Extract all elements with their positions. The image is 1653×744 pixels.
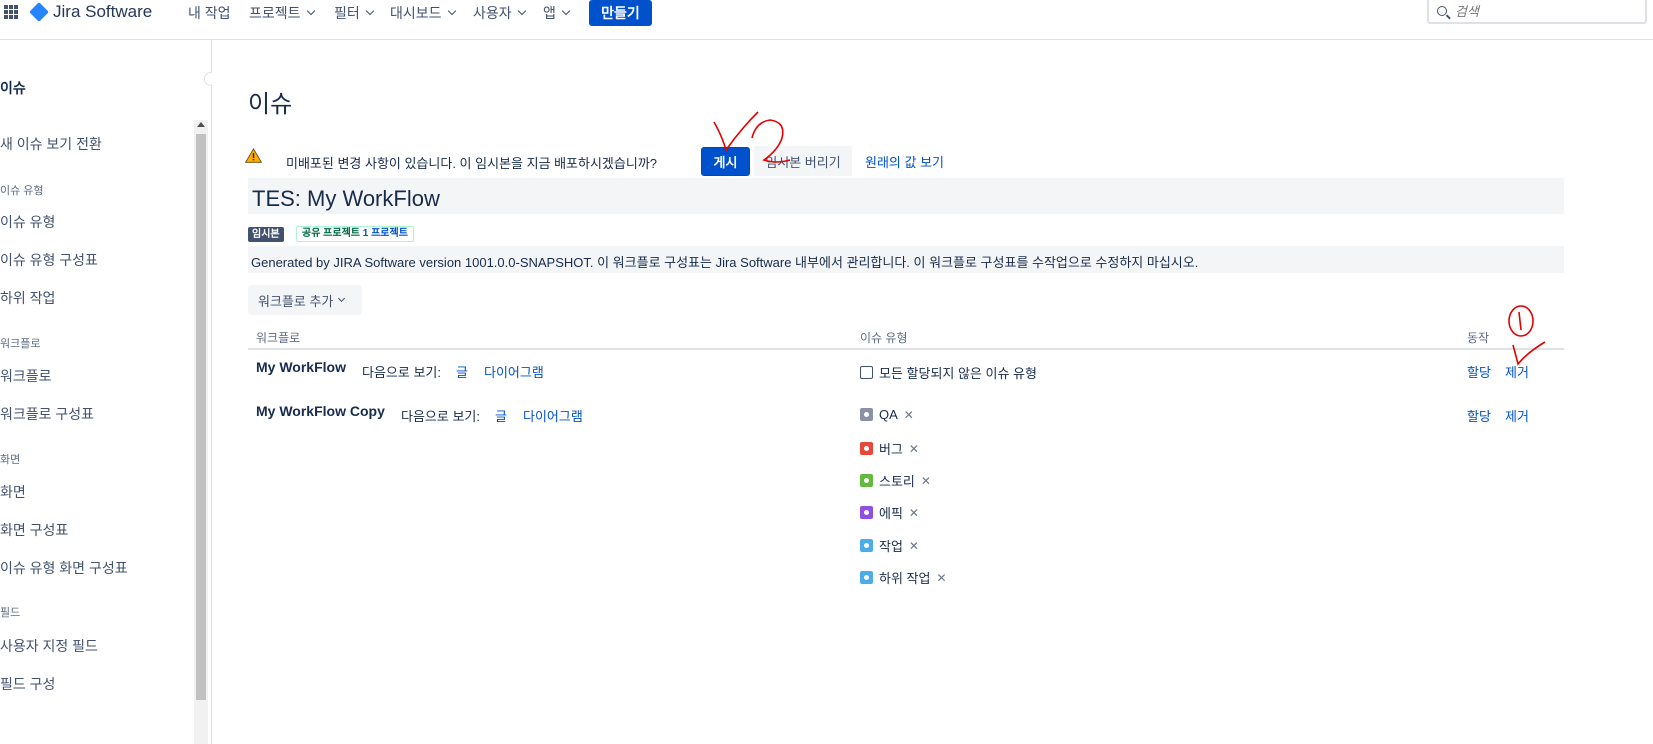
chevron-down-icon bbox=[306, 6, 315, 16]
shared-projects-count: 1 프로젝트 bbox=[362, 228, 408, 239]
add-workflow-label: 워크플로 추가 bbox=[258, 293, 334, 309]
issue-type-item: 모든 할당되지 않은 이슈 유형 bbox=[860, 363, 1037, 382]
assign-link[interactable]: 할당 bbox=[1467, 406, 1491, 425]
remove-link[interactable]: 제거 bbox=[1505, 362, 1529, 381]
sidebar-item-custom-fields[interactable]: 사용자 지정 필드 bbox=[0, 636, 98, 656]
search-icon bbox=[1437, 6, 1447, 16]
jira-diamond-icon bbox=[29, 2, 49, 22]
view-text-link[interactable]: 글 bbox=[456, 362, 468, 381]
remove-issue-type-icon[interactable]: ✕ bbox=[909, 506, 919, 520]
sidebar-scrollbar[interactable] bbox=[194, 120, 208, 744]
logo-text: Jira Software bbox=[53, 2, 153, 21]
view-diagram-link[interactable]: 다이어그램 bbox=[523, 406, 583, 425]
draft-warning-text: 미배포된 변경 사항이 있습니다. 이 임시본을 지금 배포하시겠습니까? bbox=[286, 156, 658, 171]
remove-link[interactable]: 제거 bbox=[1505, 406, 1529, 425]
column-header-workflow: 워크플로 bbox=[256, 331, 301, 345]
workflow-name: My WorkFlow Copy bbox=[256, 403, 385, 419]
sidebar-section-screens: 화면 bbox=[0, 454, 21, 466]
issue-type-item: 에픽 ✕ bbox=[860, 503, 919, 522]
warning-icon bbox=[245, 148, 262, 163]
jira-logo[interactable]: Jira Software bbox=[29, 2, 153, 22]
subtask-icon bbox=[860, 571, 873, 584]
sidebar-collapse-handle[interactable] bbox=[204, 72, 212, 86]
workflow-scheme-header: TES: My WorkFlow bbox=[248, 178, 1564, 214]
view-text-link[interactable]: 글 bbox=[495, 406, 507, 425]
remove-issue-type-icon[interactable]: ✕ bbox=[909, 539, 919, 553]
sidebar-item-screen-schemes[interactable]: 화면 구성표 bbox=[0, 520, 68, 540]
shared-projects-label: 공유 프로젝트 bbox=[302, 228, 360, 239]
workflow-scheme-title: TES: My WorkFlow bbox=[252, 186, 440, 211]
page-title: 이슈 bbox=[248, 91, 293, 118]
app-switcher-icon[interactable] bbox=[4, 5, 18, 19]
sidebar-item-workflows[interactable]: 워크플로 bbox=[0, 366, 52, 386]
chevron-down-icon bbox=[517, 6, 526, 16]
issue-type-item: 스토리 ✕ bbox=[860, 471, 931, 490]
publish-button[interactable]: 게시 bbox=[701, 147, 750, 176]
task-icon bbox=[860, 539, 873, 552]
issue-type-item: QA ✕ bbox=[860, 407, 914, 422]
view-as-label: 다음으로 보기: bbox=[401, 409, 480, 424]
sidebar-section-fields: 필드 bbox=[0, 607, 21, 619]
remove-issue-type-icon[interactable]: ✕ bbox=[909, 442, 919, 456]
story-icon bbox=[860, 474, 873, 487]
table-header-divider bbox=[248, 348, 1564, 350]
checkmark-annotation bbox=[1512, 341, 1546, 366]
sidebar-section-workflows: 워크플로 bbox=[0, 338, 41, 350]
nav-filters[interactable]: 필터 bbox=[334, 3, 375, 23]
column-header-actions: 동작 bbox=[1467, 331, 1490, 345]
search-box[interactable] bbox=[1427, 0, 1647, 24]
remove-issue-type-icon[interactable]: ✕ bbox=[904, 408, 914, 422]
qa-icon bbox=[860, 408, 873, 421]
nav-people[interactable]: 사용자 bbox=[473, 3, 526, 23]
scheme-description: Generated by JIRA Software version 1001.… bbox=[251, 255, 1199, 270]
chevron-down-icon bbox=[338, 294, 346, 302]
scroll-thumb[interactable] bbox=[196, 134, 206, 700]
sidebar-item-workflow-schemes[interactable]: 워크플로 구성표 bbox=[0, 404, 94, 424]
sidebar-title: 이슈 bbox=[0, 80, 26, 96]
sidebar-item-toggle-new-issue-view[interactable]: 새 이슈 보기 전환 bbox=[0, 134, 102, 154]
sidebar-item-issue-type-screen-schemes[interactable]: 이슈 유형 화면 구성표 bbox=[0, 558, 128, 578]
nav-my-work[interactable]: 내 작업 bbox=[188, 3, 231, 23]
shared-projects-lozenge[interactable]: 공유 프로젝트 1 프로젝트 bbox=[296, 226, 414, 242]
discard-draft-button[interactable]: 임시본 버리기 bbox=[754, 146, 852, 176]
sidebar-item-issue-type-schemes[interactable]: 이슈 유형 구성표 bbox=[0, 250, 98, 270]
nav-dashboards[interactable]: 대시보드 bbox=[390, 3, 456, 23]
top-navigation: Jira Software 내 작업 프로젝트 필터 대시보드 사용자 앱 만들… bbox=[0, 0, 1653, 40]
nav-projects[interactable]: 프로젝트 bbox=[249, 3, 315, 23]
issue-type-item: 작업 ✕ bbox=[860, 536, 919, 555]
column-header-issue-types: 이슈 유형 bbox=[860, 331, 908, 345]
chevron-down-icon bbox=[561, 6, 571, 16]
view-original-link[interactable]: 원래의 값 보기 bbox=[865, 152, 944, 171]
remove-issue-type-icon[interactable]: ✕ bbox=[921, 474, 931, 488]
add-workflow-dropdown[interactable]: 워크플로 추가 bbox=[248, 285, 362, 315]
number-one-stroke bbox=[1518, 311, 1522, 331]
checkmark-annotation bbox=[713, 111, 759, 152]
sidebar-item-field-configurations[interactable]: 필드 구성 bbox=[0, 674, 55, 694]
sidebar-section-issue-types: 이슈 유형 bbox=[0, 185, 44, 197]
assign-link[interactable]: 할당 bbox=[1467, 362, 1491, 381]
description-bar: Generated by JIRA Software version 1001.… bbox=[248, 246, 1564, 273]
issue-type-item: 하위 작업 ✕ bbox=[860, 568, 947, 587]
scroll-up-arrow-icon[interactable] bbox=[197, 122, 205, 127]
sidebar-item-issue-types[interactable]: 이슈 유형 bbox=[0, 212, 55, 232]
draft-warning-bar: 미배포된 변경 사항이 있습니다. 이 임시본을 지금 배포하시겠습니까? 게시… bbox=[240, 146, 854, 176]
sidebar-item-sub-tasks[interactable]: 하위 작업 bbox=[0, 288, 55, 308]
sidebar-item-screens[interactable]: 화면 bbox=[0, 482, 26, 502]
admin-sidebar: 이슈 새 이슈 보기 전환 이슈 유형 이슈 유형 이슈 유형 구성표 하위 작… bbox=[0, 40, 212, 744]
view-diagram-link[interactable]: 다이어그램 bbox=[484, 362, 544, 381]
unassigned-types-icon bbox=[860, 366, 873, 379]
issue-type-item: 버그 ✕ bbox=[860, 439, 919, 458]
workflow-name: My WorkFlow bbox=[256, 359, 346, 375]
draft-lozenge: 임시본 bbox=[248, 227, 284, 242]
circle-one-annotation bbox=[1508, 305, 1534, 337]
create-button[interactable]: 만들기 bbox=[589, 0, 652, 26]
chevron-down-icon bbox=[365, 6, 375, 16]
epic-icon bbox=[860, 506, 873, 519]
chevron-down-icon bbox=[447, 6, 456, 16]
search-input[interactable] bbox=[1455, 3, 1615, 19]
nav-apps[interactable]: 앱 bbox=[543, 3, 571, 23]
remove-issue-type-icon[interactable]: ✕ bbox=[936, 571, 946, 585]
bug-icon bbox=[860, 442, 873, 455]
view-as-label: 다음으로 보기: bbox=[362, 365, 441, 380]
